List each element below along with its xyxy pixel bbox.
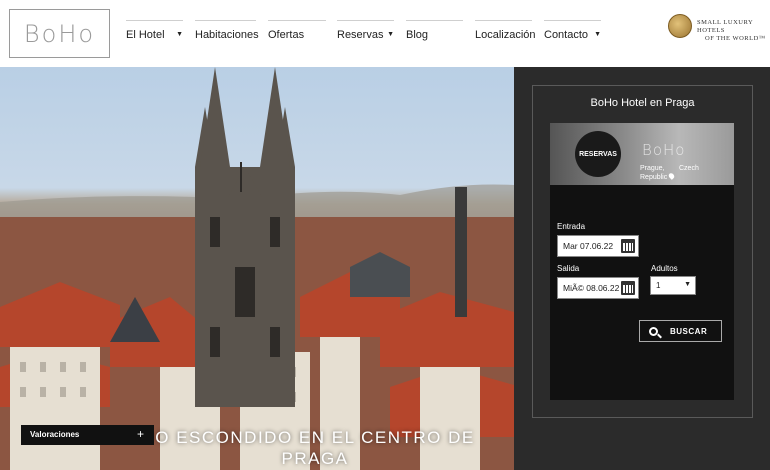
prague-skyline-illustration	[0, 67, 514, 470]
hero-caption: O ESCONDIDO EN EL CENTRO DE PRAGA	[150, 427, 480, 469]
slh-text: Small Luxury Hotels of the World™	[697, 19, 768, 43]
nav-blog[interactable]: Blog	[406, 20, 463, 50]
checkin-value: Mar 07.06.22	[563, 241, 614, 251]
banner-country2: Republic	[640, 174, 668, 181]
nav-el-hotel[interactable]: El Hotel ▼	[126, 20, 183, 50]
checkout-value: MiÃ© 08.06.22	[563, 283, 620, 293]
adults-select[interactable]: 1 ▼	[650, 276, 696, 295]
slh-line2: of the World™	[705, 35, 766, 42]
nav-label: Contacto	[544, 29, 589, 41]
nav-label: Ofertas	[268, 29, 305, 41]
booking-title: BoHo Hotel en Praga	[590, 97, 695, 109]
nav-habitaciones[interactable]: Habitaciones	[195, 20, 259, 50]
nav-label: Reservas	[337, 29, 384, 41]
logo-text: BoHo	[23, 19, 96, 48]
banner-city: Prague,	[640, 165, 665, 172]
caret-down-icon: ▼	[176, 31, 183, 38]
boho-logo[interactable]: BoHo	[9, 9, 110, 58]
checkin-date-input[interactable]: Mar 07.06.22	[557, 235, 639, 257]
ratings-label: Valoraciones	[30, 430, 80, 439]
slh-line1: Small Luxury Hotels	[697, 19, 753, 34]
nav-contacto[interactable]: Contacto ▼	[544, 20, 601, 50]
nav-label: Habitaciones	[195, 29, 259, 41]
checkout-date-input[interactable]: MiÃ© 08.06.22	[557, 277, 639, 299]
banner-country: Czech	[679, 165, 699, 172]
adults-label: Adultos	[651, 264, 678, 273]
calendar-icon[interactable]	[621, 281, 635, 295]
caret-down-icon: ▼	[594, 31, 601, 38]
checkin-label: Entrada	[557, 222, 586, 231]
nav-label: El Hotel	[126, 29, 165, 41]
ratings-toggle-button[interactable]: Valoraciones +	[21, 425, 154, 445]
banner-logo-text: BoHo	[642, 141, 686, 159]
nav-label: Localización	[475, 29, 536, 41]
reservas-badge: RESERVAS	[575, 131, 621, 177]
hero-caption-line1: O ESCONDIDO EN EL CENTRO DE	[155, 428, 475, 447]
banner-location: Prague, Czech Republic	[640, 165, 699, 182]
slh-seal-icon	[668, 14, 692, 38]
caret-down-icon: ▼	[387, 31, 394, 38]
search-button[interactable]: BUSCAR	[639, 320, 722, 342]
search-icon	[649, 327, 658, 336]
checkout-label: Salida	[557, 264, 580, 273]
slh-partner-logo[interactable]: Small Luxury Hotels of the World™	[668, 14, 768, 44]
location-pin-icon	[667, 172, 676, 180]
chevron-down-icon: ▼	[684, 281, 691, 288]
plus-icon: +	[136, 427, 144, 441]
banner-country-line2: Republic	[640, 172, 676, 182]
nav-ofertas[interactable]: Ofertas	[268, 20, 326, 50]
nav-localizacion[interactable]: Localización	[475, 20, 536, 50]
site-header: BoHo El Hotel ▼ Habitaciones Ofertas Res…	[0, 0, 770, 67]
hero-caption-line2: PRAGA	[281, 449, 349, 468]
hero-image-prague: O ESCONDIDO EN EL CENTRO DE PRAGA	[0, 67, 514, 470]
adults-value: 1	[656, 281, 661, 290]
nav-reservas[interactable]: Reservas ▼	[337, 20, 394, 50]
calendar-icon[interactable]	[621, 239, 635, 253]
nav-label: Blog	[406, 29, 429, 41]
booking-banner: RESERVAS BoHo Prague, Czech Republic	[550, 123, 734, 185]
search-label: BUSCAR	[670, 327, 708, 336]
